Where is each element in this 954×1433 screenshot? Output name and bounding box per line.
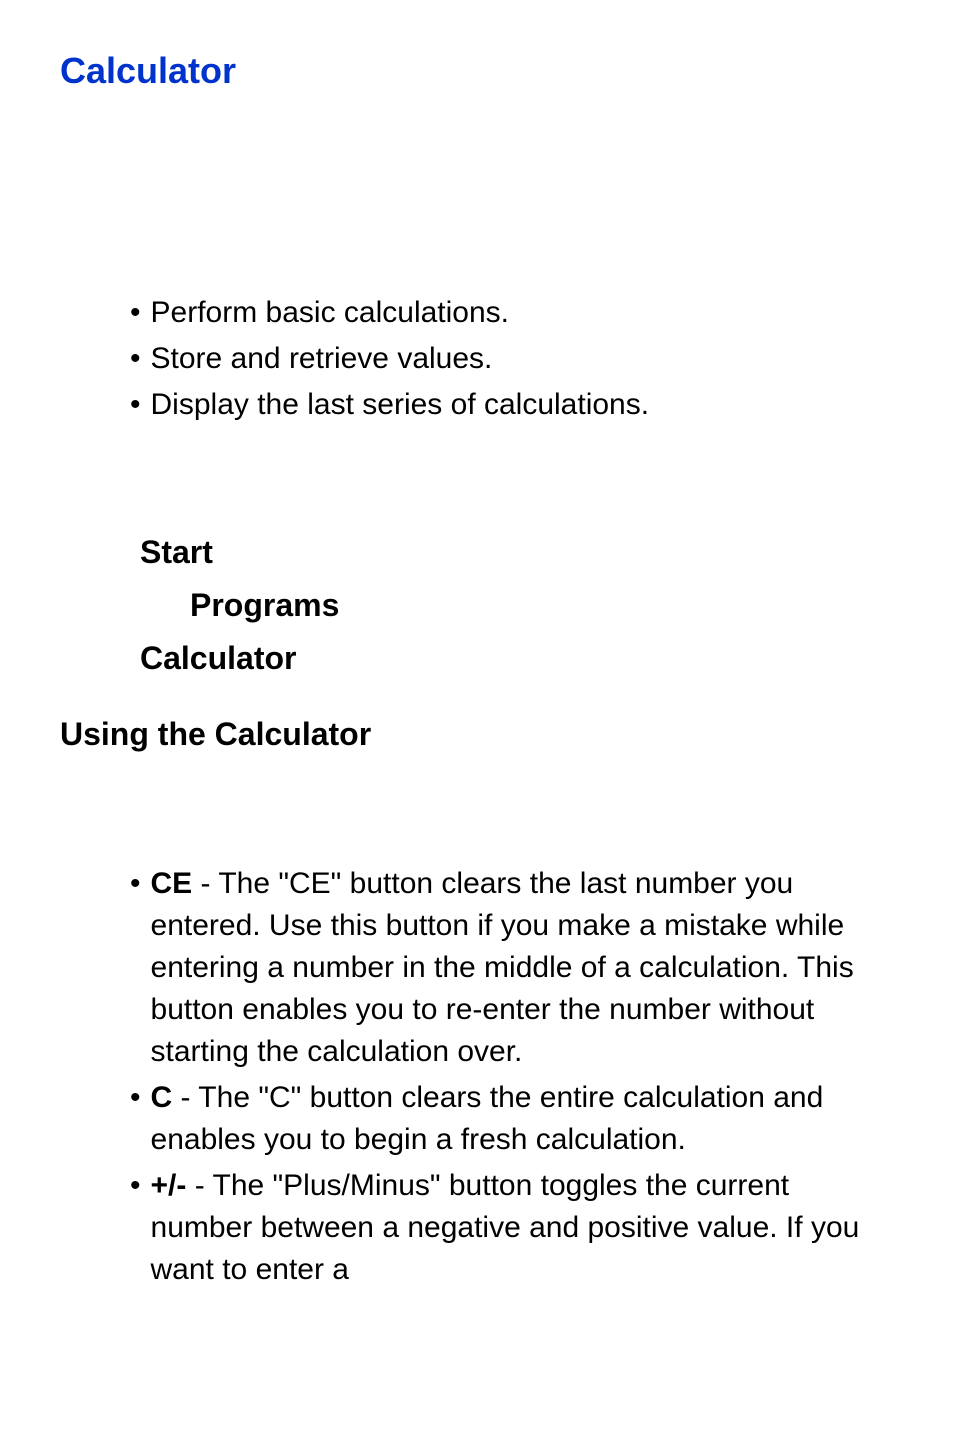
bullet-icon: • — [130, 384, 141, 426]
bullet-icon: • — [130, 292, 141, 334]
bullet-icon: • — [130, 338, 141, 380]
section-heading: Calculator — [60, 50, 894, 92]
button-description: C - The "C" button clears the entire cal… — [151, 1077, 894, 1161]
button-description: +/- - The "Plus/Minus" button toggles th… — [151, 1165, 894, 1291]
button-text: - The "C" button clears the entire calcu… — [151, 1081, 824, 1156]
nav-step-programs: Programs — [190, 579, 894, 632]
list-item: • Perform basic calculations. — [130, 292, 894, 334]
buttons-description-list: • CE - The "CE" button clears the last n… — [130, 863, 894, 1291]
list-item: • Display the last series of calculation… — [130, 384, 894, 426]
bullet-icon: • — [130, 1077, 141, 1161]
list-item: • C - The "C" button clears the entire c… — [130, 1077, 894, 1161]
list-item: • Store and retrieve values. — [130, 338, 894, 380]
subsection-heading: Using the Calculator — [60, 716, 894, 753]
feature-text: Display the last series of calculations. — [151, 384, 650, 426]
button-label-plusminus: +/- — [151, 1169, 187, 1202]
button-text: - The "Plus/Minus" button toggles the cu… — [151, 1169, 860, 1286]
list-item: • +/- - The "Plus/Minus" button toggles … — [130, 1165, 894, 1291]
feature-text: Store and retrieve values. — [151, 338, 493, 380]
bullet-icon: • — [130, 863, 141, 1073]
nav-step-calculator: Calculator — [140, 632, 894, 685]
button-text: - The "CE" button clears the last number… — [151, 867, 854, 1068]
feature-text: Perform basic calculations. — [151, 292, 509, 334]
button-label-c: C — [151, 1081, 173, 1114]
button-label-ce: CE — [151, 867, 193, 900]
list-item: • CE - The "CE" button clears the last n… — [130, 863, 894, 1073]
features-list: • Perform basic calculations. • Store an… — [130, 292, 894, 426]
bullet-icon: • — [130, 1165, 141, 1291]
navigation-path: Start Programs Calculator — [140, 526, 894, 684]
nav-step-start: Start — [140, 526, 894, 579]
button-description: CE - The "CE" button clears the last num… — [151, 863, 894, 1073]
